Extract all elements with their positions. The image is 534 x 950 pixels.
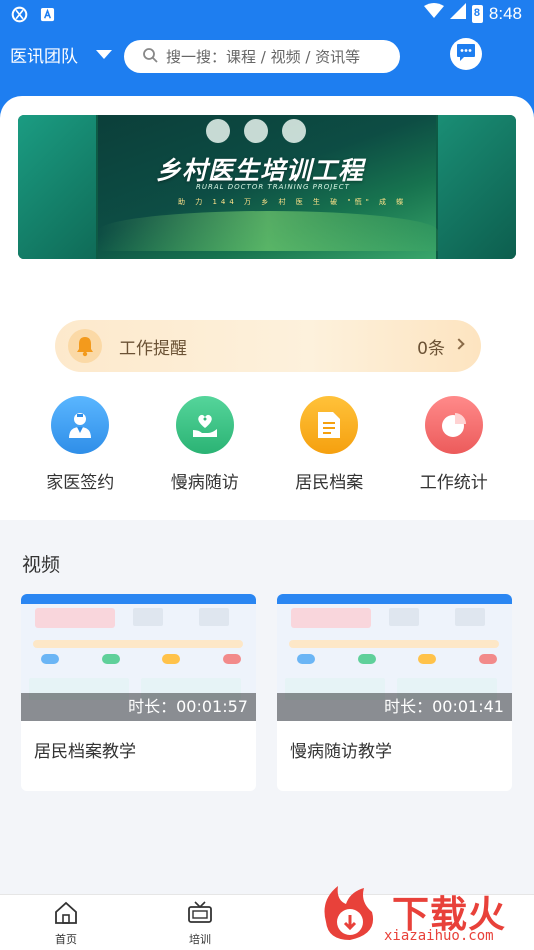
banner-swoosh — [98, 211, 438, 251]
document-icon — [300, 396, 359, 454]
reminder-count: 0条 — [417, 338, 445, 359]
action-work-stats[interactable]: 工作统计 — [392, 396, 517, 493]
action-chronic-followup[interactable]: 慢病随访 — [143, 396, 268, 493]
video-title: 居民档案教学 — [34, 742, 136, 762]
banner-title: 乡村医生培训工程 — [156, 156, 365, 185]
video-thumbnail: 时长：00:01:57 — [21, 594, 256, 721]
action-resident-records[interactable]: 居民档案 — [267, 396, 392, 493]
video-duration: 时长：00:01:57 — [21, 693, 256, 721]
logo-icon — [282, 119, 306, 143]
action-label: 居民档案 — [295, 473, 364, 493]
battery-icon: 8 — [471, 4, 483, 23]
home-icon — [53, 901, 79, 929]
video-section-title: 视频 — [22, 554, 61, 576]
wifi-icon — [423, 3, 444, 24]
video-title: 慢病随访教学 — [290, 742, 392, 762]
battery-label: 8 — [473, 6, 481, 19]
chat-bubble-icon — [454, 40, 478, 68]
status-right-icons: 8 8:48 — [423, 3, 522, 24]
logo-icon — [206, 119, 230, 143]
banner-carousel[interactable]: 乡村医生培训工程 RURAL DOCTOR TRAINING PROJECT 助… — [18, 115, 516, 259]
video-thumbnail: 时长：00:01:41 — [277, 594, 512, 721]
logo-icon — [244, 119, 268, 143]
search-placeholder: 搜一搜：课程 / 视频 / 资讯等 — [166, 48, 361, 66]
doctor-icon — [51, 396, 110, 454]
work-reminder[interactable]: 工作提醒 0条 — [55, 320, 481, 372]
heart-hand-icon — [175, 396, 234, 454]
nav-training[interactable]: 培训 — [170, 901, 230, 947]
caret-down-icon — [96, 50, 112, 59]
clock-time: 8:48 — [488, 3, 522, 23]
banner-right-panel — [438, 115, 516, 259]
home-card: 乡村医生培训工程 RURAL DOCTOR TRAINING PROJECT 助… — [0, 96, 534, 520]
search-icon — [142, 47, 158, 67]
pie-chart-icon — [424, 396, 483, 454]
action-label: 慢病随访 — [170, 473, 239, 493]
status-bar: 8 8:48 — [0, 0, 534, 28]
app-a-icon — [38, 5, 56, 23]
bell-icon — [68, 329, 102, 363]
nav-label: 培训 — [189, 933, 211, 946]
flame-logo-icon — [316, 882, 380, 948]
search-bar[interactable]: 搜一搜：课程 / 视频 / 资讯等 — [124, 40, 400, 73]
action-family-doctor[interactable]: 家医签约 — [18, 396, 143, 493]
team-label: 医讯团队 — [10, 47, 78, 67]
signal-icon — [449, 3, 466, 24]
banner-subtitle: RURAL DOCTOR TRAINING PROJECT — [196, 183, 350, 191]
video-duration: 时长：00:01:41 — [277, 693, 512, 721]
tv-icon — [187, 901, 213, 929]
watermark-url: xiazaihuo.com — [384, 928, 494, 944]
quick-actions: 家医签约 慢病随访 居民档案 工作统计 — [18, 396, 516, 493]
team-selector[interactable]: 医讯团队 — [10, 42, 112, 67]
chevron-right-icon — [453, 338, 465, 350]
status-left-icons — [10, 5, 56, 23]
video-card[interactable]: 时长：00:01:41 慢病随访教学 — [277, 594, 512, 791]
action-label: 家医签约 — [46, 473, 115, 493]
nav-home[interactable]: 首页 — [36, 901, 96, 947]
watermark: 下载火 xiazaihuo.com — [314, 876, 534, 950]
reminder-label: 工作提醒 — [119, 338, 187, 359]
top-header: 医讯团队 搜一搜：课程 / 视频 / 资讯等 — [0, 36, 534, 76]
banner-tagline: 助 力 144 万 乡 村 医 生 破 "慌" 成 蝶 — [178, 198, 408, 206]
nav-label: 首页 — [55, 933, 77, 946]
video-card[interactable]: 时长：00:01:57 居民档案教学 — [21, 594, 256, 791]
action-label: 工作统计 — [419, 473, 488, 493]
banner-logos — [206, 119, 306, 143]
message-button[interactable] — [450, 38, 482, 70]
aperture-icon — [10, 5, 28, 23]
video-section: 视频 时长：00:01:57 居民档案教学 时长：00:01:41 慢病随访教学 — [0, 520, 534, 848]
banner-left-panel — [18, 115, 96, 259]
